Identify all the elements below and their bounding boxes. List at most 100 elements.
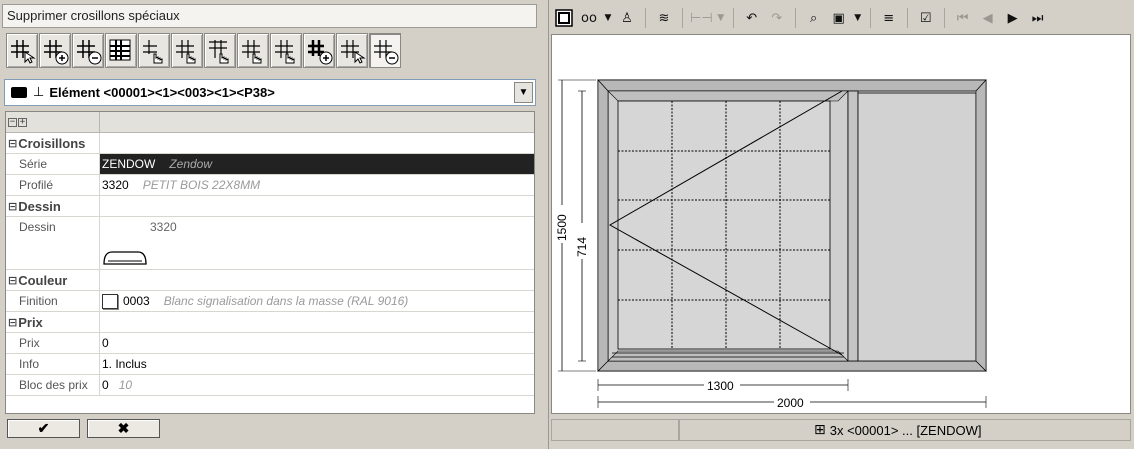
separator: [794, 8, 796, 28]
section-couleur[interactable]: ⊟ Couleur: [6, 270, 534, 291]
app-window: Supprimer crosillons spéciaux ⊥ Elément …: [0, 0, 1134, 449]
grid-arrow-icon: [11, 39, 36, 64]
collapse-icon[interactable]: ⊟: [8, 274, 17, 287]
add-grid-button[interactable]: [303, 33, 335, 68]
section-prix[interactable]: ⊟ Prix: [6, 312, 534, 333]
separator: [682, 8, 683, 28]
finition-value: 0003: [123, 294, 150, 308]
row-label: Dessin: [6, 217, 100, 269]
properties-panel: Supprimer crosillons spéciaux ⊥ Elément …: [0, 0, 540, 449]
first-icon[interactable]: ⏮: [952, 7, 974, 29]
collapse-icon[interactable]: ⊟: [8, 316, 17, 329]
remove-bar-button[interactable]: [72, 33, 104, 68]
bloc-desc: 10: [118, 378, 133, 392]
row-label: Finition: [6, 291, 100, 311]
dimension-icon[interactable]: ⊢⊣: [690, 7, 713, 29]
row-profile[interactable]: Profilé 3320 PETIT BOIS 22X8MM: [6, 175, 534, 196]
ok-button[interactable]: ✔: [7, 419, 80, 438]
section-dessin[interactable]: ⊟ Dessin: [6, 196, 534, 217]
cancel-button[interactable]: ✖: [87, 419, 160, 438]
hash-plus-icon: [308, 39, 333, 64]
section-croisillons[interactable]: ⊟ Croisillons: [6, 133, 534, 154]
grid-minus-icon: [374, 39, 399, 64]
bloc-value: 0: [102, 378, 109, 392]
row-label: Profilé: [6, 175, 100, 195]
row-info[interactable]: Info 1. Inclus: [6, 354, 534, 375]
separator: [906, 8, 908, 28]
select-grid-button[interactable]: [336, 33, 368, 68]
previous-icon[interactable]: ◀: [977, 7, 999, 29]
dim-sash-height-label: 714: [575, 237, 589, 257]
person-icon[interactable]: ♙: [616, 7, 638, 29]
hand-tool-button-2[interactable]: [204, 33, 236, 68]
row-finition[interactable]: Finition 0003 Blanc signalisation dans la…: [6, 291, 534, 312]
status-cell-text: ⊞ 3x <00001> ... [ZENDOW]: [679, 419, 1131, 441]
status-text: 3x <00001> ... [ZENDOW]: [829, 422, 982, 438]
hand-grid-icon: [275, 39, 295, 63]
zoom-icon[interactable]: ⌕: [803, 7, 825, 29]
hand-tool-button-3[interactable]: [237, 33, 269, 68]
add-bar-button[interactable]: [39, 33, 71, 68]
hand-grid-icon: [176, 39, 196, 63]
expand-all-icon[interactable]: +: [18, 117, 27, 127]
bar-tools-toolbar: [6, 33, 401, 69]
drawing-canvas[interactable]: 1500 714 1300 2000: [551, 34, 1131, 414]
move-bar-button[interactable]: [138, 33, 170, 68]
hand-grid-icon: [143, 39, 163, 63]
last-icon[interactable]: ⏭: [1027, 7, 1049, 29]
redo-icon[interactable]: ↷: [766, 7, 788, 29]
prix-value: 0: [102, 336, 109, 350]
delete-special-bars-button[interactable]: [369, 33, 401, 68]
section-label: Croisillons: [18, 135, 86, 151]
select-bars-button[interactable]: [6, 33, 38, 68]
row-bloc-prix[interactable]: Bloc des prix 0 10: [6, 375, 534, 396]
dropdown-arrow-icon[interactable]: ▼: [716, 7, 726, 29]
collapse-icon[interactable]: ⊟: [8, 200, 17, 213]
frame-view-icon[interactable]: [553, 7, 575, 29]
separator: [869, 8, 871, 28]
color-sample: [102, 293, 118, 309]
row-label: Prix: [6, 333, 100, 353]
collapse-icon[interactable]: ⊟: [8, 137, 17, 150]
finition-desc: Blanc signalisation dans la masse (RAL 9…: [163, 294, 409, 308]
align-icon[interactable]: ≡: [878, 7, 900, 29]
undo-icon[interactable]: ↶: [741, 7, 763, 29]
row-dessin[interactable]: Dessin 3320: [6, 217, 534, 270]
separator: [732, 8, 734, 28]
row-serie[interactable]: Série ZENDOW Zendow: [6, 154, 534, 175]
section-label: Prix: [18, 314, 43, 330]
grid-header: − +: [6, 112, 534, 133]
dropdown-arrow-icon[interactable]: ▼: [603, 7, 613, 29]
element-selector-value: Elément <00001><1><003><1><P38>: [49, 85, 275, 100]
profile-value: 3320: [102, 178, 129, 192]
hand-tool-button-4[interactable]: [270, 33, 302, 68]
grid-plus-icon: [44, 39, 69, 64]
grid-pattern-button[interactable]: [105, 33, 137, 68]
dim-total-width-label: 2000: [777, 396, 804, 410]
glasses-icon[interactable]: oo: [578, 7, 600, 29]
collapse-all-icon[interactable]: −: [8, 117, 17, 127]
view-toolbar: oo ▼ ♙ ≋ ⊢⊣ ▼ ↶ ↷ ⌕ ▣ ▼ ≡ ☑ ⏮ ◀ ▶ ⏭: [551, 4, 1131, 32]
separator: [645, 8, 646, 28]
row-prix[interactable]: Prix 0: [6, 333, 534, 354]
chevron-down-icon[interactable]: ▼: [514, 82, 533, 103]
section-label: Couleur: [18, 272, 68, 288]
serie-desc: Zendow: [169, 157, 213, 171]
dropdown-arrow-icon[interactable]: ▼: [853, 7, 863, 29]
row-label: Bloc des prix: [6, 375, 100, 395]
dim-height-label: 1500: [555, 214, 569, 241]
hand-grid-icon: [242, 39, 262, 63]
hand-tool-button-1[interactable]: [171, 33, 203, 68]
window-drawing: 1500 714 1300 2000: [555, 79, 987, 410]
check-lightning-icon[interactable]: ☑: [915, 7, 937, 29]
color-swatch: [11, 87, 27, 98]
profile-shape-icon: [103, 251, 147, 265]
element-selector[interactable]: ⊥ Elément <00001><1><003><1><P38> ▼: [4, 79, 536, 106]
status-bar: ⊞ 3x <00001> ... [ZENDOW]: [551, 419, 1131, 441]
expand-collapse-controls: − +: [6, 112, 100, 132]
next-icon[interactable]: ▶: [1002, 7, 1024, 29]
frame-select-icon[interactable]: ▣: [828, 7, 850, 29]
hand-grid-icon: [209, 39, 229, 63]
grid-pattern-icon: [109, 39, 131, 60]
layers-icon[interactable]: ≋: [653, 7, 675, 29]
